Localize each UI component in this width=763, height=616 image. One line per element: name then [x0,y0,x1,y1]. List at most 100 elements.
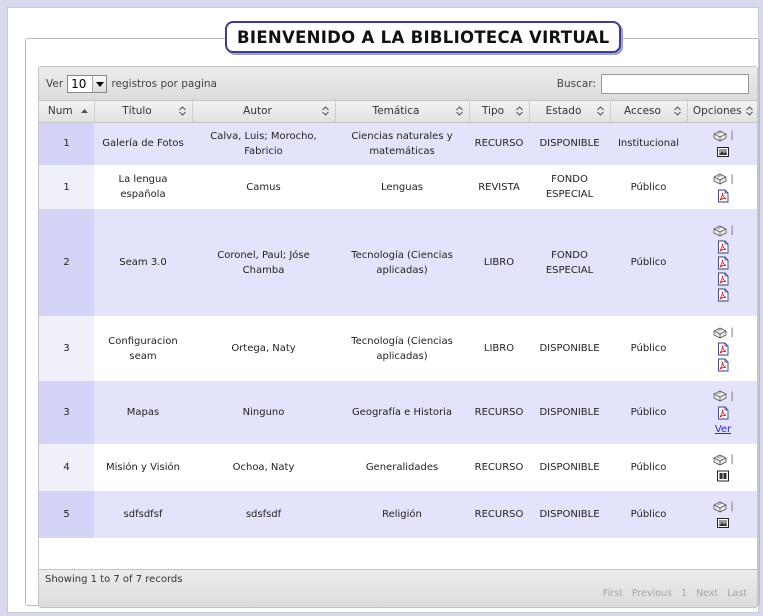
row-status: DISPONIBLE [529,381,610,444]
page-1-button[interactable]: 1 [677,586,691,601]
records-per-page-select[interactable]: 10 [67,75,108,93]
row-author: Camus [192,165,335,209]
column-header[interactable]: Opciones [687,101,757,123]
search-label: Buscar: [556,78,596,90]
sort-both-icon[interactable] [745,105,754,117]
pdf-icon[interactable] [716,189,730,203]
column-header[interactable]: Acceso [610,101,688,123]
row-title: Configuracion seam [94,316,192,381]
column-header[interactable]: Num [39,101,95,123]
row-num: 2 [39,209,94,316]
table-row: 5 sdfsdfsf sdsfsdf Religión RECURSO DISPONIBL… [39,491,757,538]
row-type: LIBRO [469,209,529,316]
book-icon[interactable] [712,224,728,238]
sort-both-icon[interactable] [673,105,682,117]
table-body: 1 Galería de Fotos Calva, Luis; Morocho, F… [39,122,757,538]
row-options: | [687,122,757,165]
pdf-icon[interactable] [716,406,730,420]
row-author: Ochoa, Naty [192,444,335,491]
video-icon[interactable] [716,469,730,483]
book-icon[interactable] [712,389,728,403]
row-topic: Generalidades [335,444,469,491]
book-icon[interactable] [712,500,728,514]
table-row: 2 Seam 3.0 Coronel, Paul; Jóse Chamba Tecno… [39,209,757,316]
separator: | [730,225,734,236]
separator: | [730,501,734,512]
sort-both-icon[interactable] [178,105,187,117]
column-header-label: Num [47,105,73,118]
row-options: | [687,165,757,209]
row-options: | [687,491,757,538]
sort-both-icon[interactable] [515,105,524,117]
row-status: DISPONIBLE [529,444,610,491]
separator: | [730,454,734,465]
column-header[interactable]: Autor [192,101,336,123]
row-author: Calva, Luis; Morocho, Fabricio [192,122,335,165]
row-options: | [687,444,757,491]
last-page-button[interactable]: Last [723,586,751,601]
pdf-icon[interactable] [716,358,730,372]
records-per-page-value: 10 [71,77,87,91]
pdf-icon[interactable] [716,240,730,254]
row-author: Ninguno [192,381,335,444]
column-header-label: Título [122,105,152,118]
column-header-label: Autor [243,105,272,118]
row-type: RECURSO [469,444,529,491]
row-num: 5 [39,491,94,538]
row-access: Público [610,491,687,538]
pdf-icon[interactable] [716,272,730,286]
sort-ascending-icon[interactable] [80,105,89,117]
book-icon[interactable] [712,129,728,143]
table-footer: Showing 1 to 7 of 7 records First Previou… [39,569,757,607]
row-options: | [687,316,757,381]
column-header[interactable]: Estado [529,101,611,123]
length-suffix: registros por pagina [111,78,217,90]
row-status: DISPONIBLE [529,316,610,381]
next-page-button[interactable]: Next [692,586,722,601]
image-icon[interactable] [716,145,730,159]
column-header[interactable]: Tipo [469,101,530,123]
row-type: RECURSO [469,491,529,538]
view-link[interactable]: Ver [715,422,731,437]
length-prefix: Ver [46,78,64,90]
sort-both-icon[interactable] [321,105,330,117]
row-topic: Geografía e Historia [335,381,469,444]
row-access: Institucional [610,122,687,165]
row-title: Galería de Fotos [94,122,192,165]
records-table-wrapper: Ver 10 registros por pagina Buscar: Num T… [38,66,758,608]
pdf-icon[interactable] [716,288,730,302]
row-title: Seam 3.0 [94,209,192,316]
book-icon[interactable] [712,453,728,467]
separator: | [730,327,734,338]
search-input[interactable] [601,74,749,94]
column-header[interactable]: Temática [335,101,470,123]
row-type: LIBRO [469,316,529,381]
row-access: Público [610,381,687,444]
first-page-button[interactable]: First [599,586,627,601]
row-status: DISPONIBLE [529,122,610,165]
column-header-label: Temática [372,105,420,118]
pdf-icon[interactable] [716,256,730,270]
row-options: | Ver [687,381,757,444]
column-header[interactable]: Título [94,101,193,123]
image-icon[interactable] [716,516,730,530]
row-access: Público [610,165,687,209]
pdf-icon[interactable] [716,342,730,356]
row-topic: Lenguas [335,165,469,209]
row-author: Ortega, Naty [192,316,335,381]
book-icon[interactable] [712,326,728,340]
row-title: sdfsdfsf [94,491,192,538]
previous-page-button[interactable]: Previous [628,586,676,601]
page: BIENVENIDO A LA BIBLIOTECA VIRTUAL Ver 1… [7,7,760,613]
records-table: Num Título Autor Temática Tipo Estado Acceso Op… [39,101,757,538]
sort-both-icon[interactable] [596,105,605,117]
row-access: Público [610,316,687,381]
book-icon[interactable] [712,172,728,186]
column-header-label: Tipo [481,105,505,118]
row-type: RECURSO [469,381,529,444]
row-topic: Tecnología (Ciencias aplicadas) [335,209,469,316]
sort-both-icon[interactable] [455,105,464,117]
row-num: 3 [39,381,94,444]
row-topic: Tecnología (Ciencias aplicadas) [335,316,469,381]
search-control: Buscar: [557,74,749,94]
